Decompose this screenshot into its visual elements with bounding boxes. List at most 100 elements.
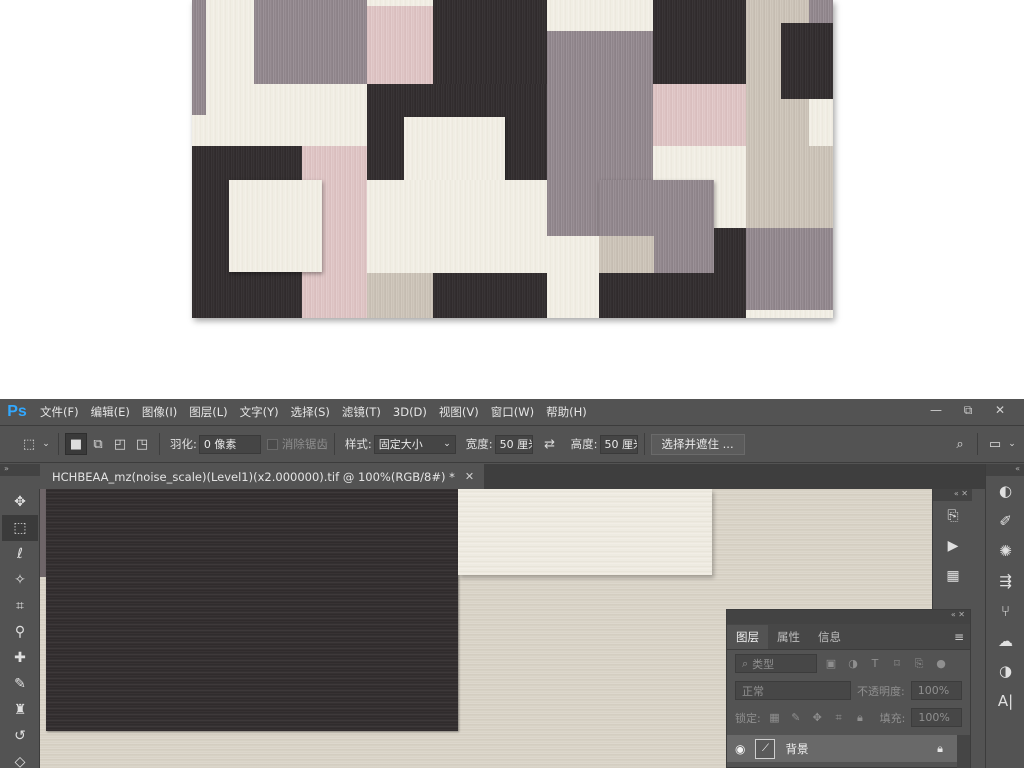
grid-icon[interactable]: ▦: [933, 561, 973, 591]
lock-transparency-icon[interactable]: ▦: [767, 711, 782, 724]
menu-file[interactable]: 文件(F): [34, 404, 85, 420]
menu-type[interactable]: 文字(Y): [234, 404, 285, 420]
opacity-input[interactable]: 100%: [910, 681, 962, 700]
divider: [159, 433, 160, 455]
lock-artboard-icon[interactable]: ⌗: [831, 711, 846, 725]
canvas-dark-block: [46, 489, 458, 731]
tab-layers[interactable]: 图层: [727, 625, 768, 649]
lock-all-icon[interactable]: 🔒︎: [852, 711, 867, 725]
document-tab-title: HCHBEAA_mz(noise_scale)(Level1)(x2.00000…: [52, 469, 455, 484]
fill-label: 填充:: [879, 711, 906, 725]
character-icon[interactable]: A|: [986, 686, 1024, 716]
rectangular-marquee-tool-icon[interactable]: ⬚: [2, 515, 38, 541]
brush-tool-icon[interactable]: ✎: [2, 671, 38, 697]
document-tab[interactable]: HCHBEAA_mz(noise_scale)(Level1)(x2.00000…: [40, 464, 485, 489]
width-input[interactable]: 50 厘米: [494, 434, 533, 454]
lock-pixels-icon[interactable]: ✎: [788, 711, 803, 724]
lock-position-icon[interactable]: ✥: [810, 711, 825, 724]
adjustment-filter-icon[interactable]: ◑: [845, 657, 861, 670]
tab-properties[interactable]: 属性: [768, 625, 809, 649]
layer-row-background[interactable]: ◉ ⟋ 背景 🔒︎: [727, 735, 957, 762]
tab-info[interactable]: 信息: [809, 625, 850, 649]
layers-scrollbar[interactable]: [957, 735, 970, 768]
eraser-tool-icon[interactable]: ◇: [2, 749, 38, 768]
color-picker-icon[interactable]: ◐: [986, 476, 1024, 506]
lock-label: 锁定:: [735, 711, 761, 725]
subtract-selection-icon[interactable]: ◰: [109, 433, 131, 455]
divider: [58, 433, 59, 455]
opacity-label: 不透明度:: [857, 684, 905, 698]
layer-filter-row: ⌕ 类型 ▣ ◑ T ⌑ ⎘ ●: [727, 650, 970, 677]
eye-visibility-icon[interactable]: ◉: [735, 742, 745, 756]
intersect-selection-icon[interactable]: ◳: [131, 433, 153, 455]
menu-select[interactable]: 选择(S): [285, 404, 336, 420]
blend-mode-select[interactable]: 正常: [735, 681, 852, 700]
filter-toggle-icon[interactable]: ●: [933, 657, 949, 670]
divider: [333, 433, 335, 455]
brush-presets-icon[interactable]: ✐: [986, 506, 1024, 536]
minimize-button[interactable]: —: [922, 401, 950, 419]
style-select[interactable]: 固定大小 ⌄: [373, 434, 456, 454]
toolbar-collapse-handle[interactable]: »: [0, 464, 40, 476]
search-icon[interactable]: ⌕: [949, 433, 971, 455]
eyedropper-tool-icon[interactable]: ⚲: [2, 619, 38, 645]
select-and-mask-button[interactable]: 选择并遮住 ...: [650, 433, 745, 455]
pattern-preview-image: [192, 0, 833, 318]
creative-cloud-icon[interactable]: ☁: [986, 626, 1024, 656]
menu-3d[interactable]: 3D(D): [387, 405, 433, 419]
document-tab-strip: HCHBEAA_mz(noise_scale)(Level1)(x2.00000…: [40, 464, 985, 489]
add-to-selection-icon[interactable]: ⧉: [87, 433, 109, 455]
workspace-icon[interactable]: ▭: [984, 433, 1006, 455]
chevron-down-icon[interactable]: ⌄: [40, 433, 52, 455]
chevron-down-icon[interactable]: ⌄: [1006, 433, 1018, 455]
layers-panel-header[interactable]: « ✕: [727, 610, 970, 624]
new-selection-icon[interactable]: ■: [65, 433, 87, 455]
adjustments-icon[interactable]: ⇶: [986, 566, 1024, 596]
clone-stamp-tool-icon[interactable]: ♜: [2, 697, 38, 723]
move-tool-icon[interactable]: ✥: [2, 489, 38, 515]
options-bar: ⬚ ⌄ ■ ⧉ ◰ ◳ 羽化: 0 像素 消除锯齿 样式: 固定大小 ⌄ 宽度:…: [0, 425, 1024, 463]
antialias-checkbox[interactable]: [266, 438, 278, 450]
healing-brush-tool-icon[interactable]: ✚: [2, 645, 38, 671]
menu-layer[interactable]: 图层(L): [183, 404, 233, 420]
lasso-tool-icon[interactable]: ℓ: [2, 541, 38, 567]
styles-icon[interactable]: ◑: [986, 656, 1024, 686]
restore-button[interactable]: ⧉: [954, 401, 982, 419]
menu-window[interactable]: 窗口(W): [485, 404, 540, 420]
swap-arrows-icon[interactable]: ⇄: [539, 433, 561, 455]
crop-tool-icon[interactable]: ⌗: [2, 593, 38, 619]
menu-filter[interactable]: 滤镜(T): [336, 404, 387, 420]
menu-edit[interactable]: 编辑(E): [85, 404, 136, 420]
magic-wand-tool-icon[interactable]: ✧: [2, 567, 38, 593]
close-button[interactable]: ✕: [986, 401, 1014, 419]
layer-thumbnail: ⟋: [755, 738, 776, 759]
dock-collapse-handle[interactable]: «: [986, 464, 1024, 476]
blend-opacity-row: 正常 不透明度: 100%: [727, 677, 970, 704]
shape-filter-icon[interactable]: ⌑: [889, 657, 905, 670]
height-input[interactable]: 50 厘米: [599, 434, 638, 454]
screenshot-root: Ps 文件(F) 编辑(E) 图像(I) 图层(L) 文字(Y) 选择(S) 滤…: [0, 0, 1024, 768]
menu-view[interactable]: 视图(V): [433, 404, 485, 420]
menu-image[interactable]: 图像(I): [136, 404, 183, 420]
paths-icon[interactable]: ⑂: [986, 596, 1024, 626]
swatches-icon[interactable]: ✺: [986, 536, 1024, 566]
layer-filter-select[interactable]: ⌕ 类型: [735, 654, 817, 673]
right-dock: « ◐ ✐ ✺ ⇶ ⑂ ☁ ◑ A|: [985, 464, 1024, 768]
feather-input[interactable]: 0 像素: [198, 434, 261, 454]
smart-object-filter-icon[interactable]: ⎘: [911, 657, 927, 671]
rect-marquee-preset-icon[interactable]: ⬚: [18, 433, 40, 455]
history-icon[interactable]: ⎘: [933, 501, 973, 531]
panel-collapse-handle[interactable]: « ✕: [933, 489, 972, 501]
history-brush-tool-icon[interactable]: ↺: [2, 723, 38, 749]
panel-menu-icon[interactable]: ≡: [954, 630, 964, 644]
play-actions-icon[interactable]: ▶: [933, 531, 973, 561]
menu-bar: Ps 文件(F) 编辑(E) 图像(I) 图层(L) 文字(Y) 选择(S) 滤…: [0, 399, 1024, 424]
close-icon[interactable]: ✕: [465, 470, 474, 483]
fill-input[interactable]: 100%: [911, 708, 962, 727]
tools-panel: ✥ ⬚ ℓ ✧ ⌗ ⚲ ✚ ✎ ♜ ↺ ◇: [0, 489, 40, 768]
image-filter-icon[interactable]: ▣: [823, 657, 839, 670]
layer-name: 背景: [785, 741, 809, 756]
menu-help[interactable]: 帮助(H): [540, 404, 593, 420]
type-filter-icon[interactable]: T: [867, 657, 883, 670]
layers-panel-tabs: 图层 属性 信息 ≡: [727, 624, 970, 650]
